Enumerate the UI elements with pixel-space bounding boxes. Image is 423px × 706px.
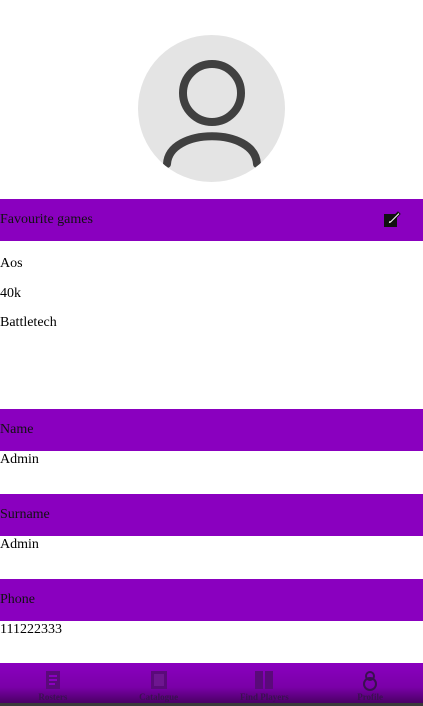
surname-field-header: Surname [0, 494, 423, 536]
nav-find-players-label: Find Players [240, 692, 289, 702]
favourite-game-item: Aos [0, 256, 23, 271]
book-icon [255, 671, 274, 689]
favourite-games-title: Favourite games [0, 212, 93, 227]
nav-profile-label: Profile [357, 692, 384, 702]
phone-field-header: Phone [0, 579, 423, 621]
nav-catalogue[interactable]: Catalogue [106, 663, 212, 703]
nav-profile[interactable]: Profile [317, 663, 423, 703]
favourite-game-item: 40k [0, 286, 21, 301]
surname-value: Admin [0, 537, 39, 552]
name-field-header: Name [0, 409, 423, 451]
user-avatar-icon [163, 60, 261, 168]
edit-icon[interactable] [383, 210, 401, 228]
nav-rosters-label: Rosters [38, 692, 68, 702]
name-label: Name [0, 422, 34, 437]
catalogue-icon [150, 671, 167, 689]
phone-value: 111222333 [0, 622, 62, 637]
roster-icon [45, 671, 60, 689]
favourite-games-header: Favourite games [0, 199, 423, 241]
nav-find-players[interactable]: Find Players [212, 663, 318, 703]
phone-label: Phone [0, 592, 35, 607]
nav-rosters[interactable]: Rosters [0, 663, 106, 703]
favourite-game-item: Battletech [0, 315, 57, 330]
surname-label: Surname [0, 507, 50, 522]
bottom-navigation: Rosters Catalogue Find Players Profile [0, 663, 423, 703]
name-value: Admin [0, 452, 39, 467]
profile-avatar [138, 35, 285, 182]
profile-icon [363, 671, 378, 691]
nav-catalogue-label: Catalogue [139, 692, 179, 702]
